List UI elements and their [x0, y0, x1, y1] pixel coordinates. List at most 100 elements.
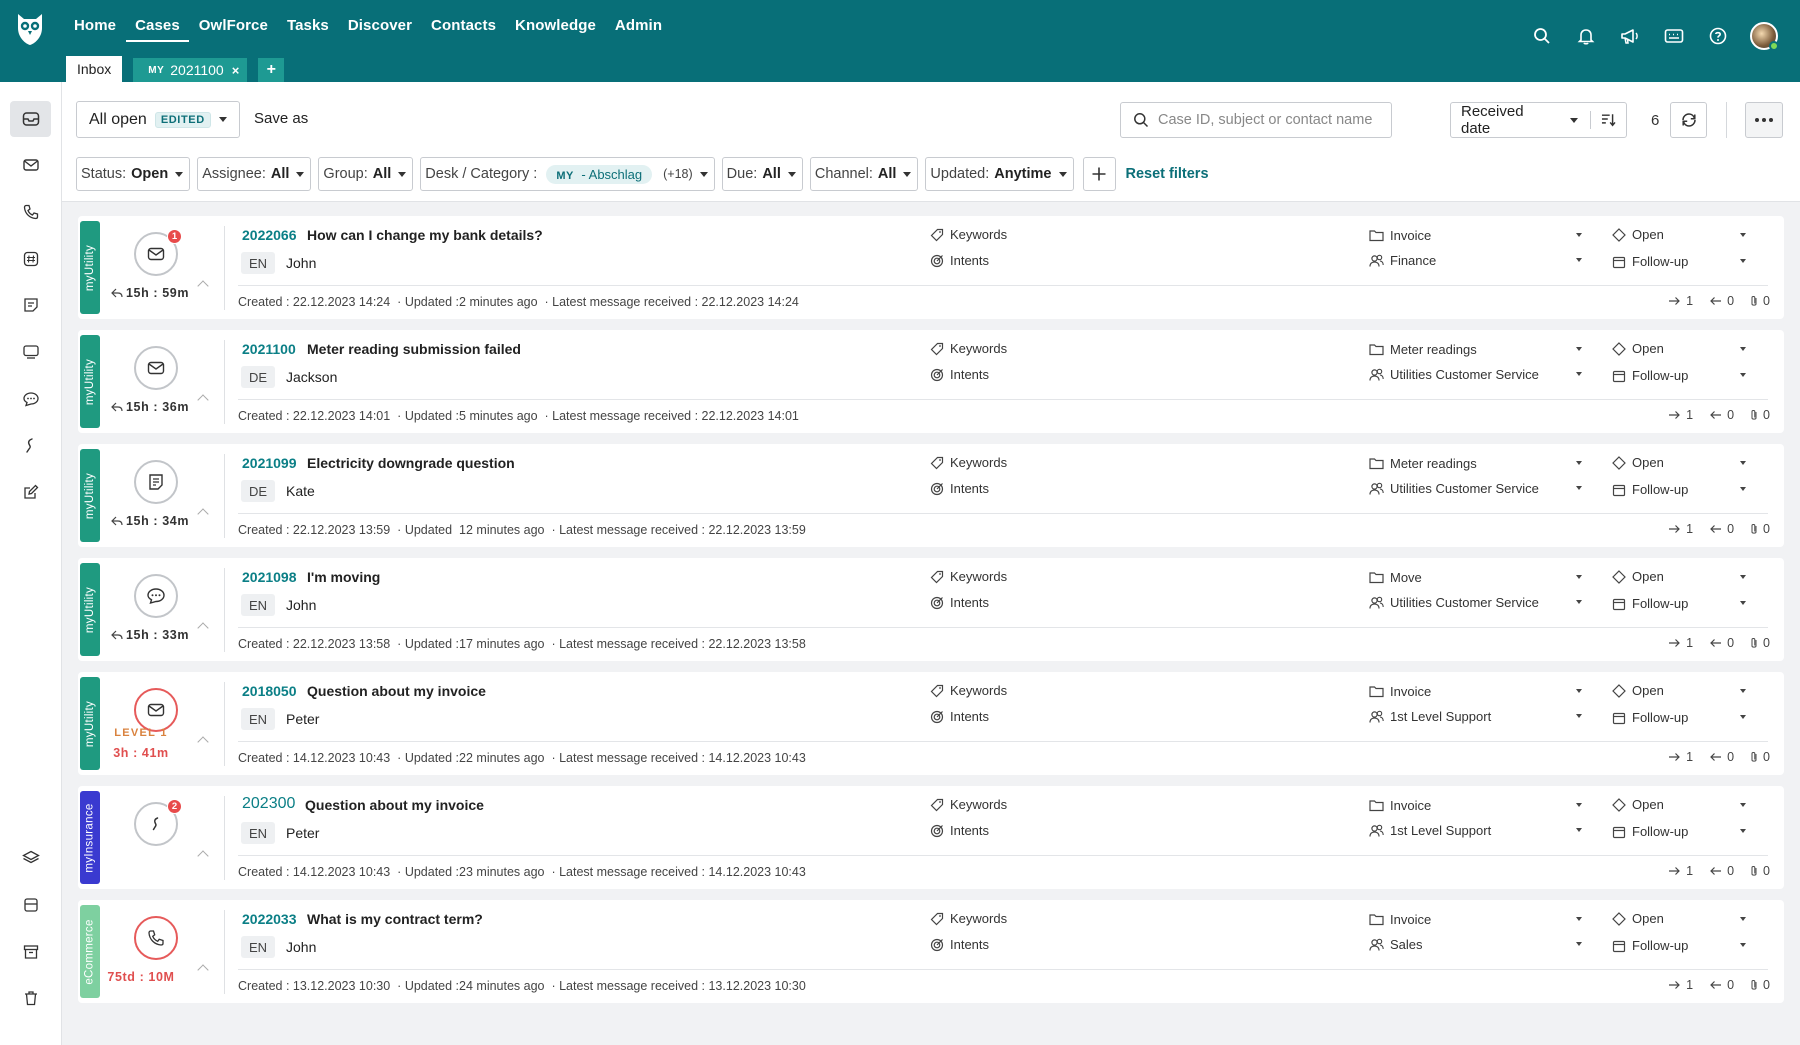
keywords-field[interactable]: Keywords	[930, 341, 1007, 356]
chevron-down-icon[interactable]	[1740, 347, 1746, 351]
form-icon[interactable]	[10, 287, 51, 323]
status-select[interactable]: Open	[1612, 455, 1664, 470]
contact-name[interactable]: Kate	[286, 483, 315, 499]
filter-due[interactable]: Due: All	[721, 157, 803, 191]
chevron-down-icon[interactable]	[1576, 461, 1582, 465]
intents-field[interactable]: Intents	[930, 367, 989, 382]
intents-field[interactable]: Intents	[930, 709, 989, 724]
filter-status[interactable]: Status: Open	[76, 157, 191, 191]
case-row[interactable]: myInsurance 2 202300 Question about my i…	[78, 786, 1784, 889]
inbox-icon[interactable]	[10, 101, 51, 137]
filter-group[interactable]: Group: All	[318, 157, 414, 191]
status-select[interactable]: Open	[1612, 797, 1664, 812]
case-subject[interactable]: How can I change my bank details?	[307, 227, 543, 243]
nav-admin[interactable]: Admin	[606, 14, 671, 42]
category-select[interactable]: Invoice	[1369, 228, 1431, 243]
chevron-down-icon[interactable]	[1740, 943, 1746, 947]
reset-filters-link[interactable]: Reset filters	[1126, 166, 1209, 182]
tab-case[interactable]: MY 2021100 ×	[133, 58, 248, 82]
group-select[interactable]: 1st Level Support	[1369, 823, 1491, 838]
chevron-down-icon[interactable]	[1740, 803, 1746, 807]
case-id-link[interactable]: 2021099	[242, 455, 297, 471]
archive-icon[interactable]	[10, 934, 51, 970]
chat-icon[interactable]	[10, 381, 51, 417]
status-select[interactable]: Open	[1612, 569, 1664, 584]
category-select[interactable]: Meter readings	[1369, 342, 1477, 357]
case-id-link[interactable]: 2021100	[242, 341, 296, 357]
group-select[interactable]: 1st Level Support	[1369, 709, 1491, 724]
keywords-field[interactable]: Keywords	[930, 683, 1007, 698]
help-icon[interactable]	[1706, 24, 1730, 48]
archive-box-icon[interactable]	[10, 887, 51, 923]
keywords-field[interactable]: Keywords	[930, 455, 1007, 470]
group-select[interactable]: Sales	[1369, 937, 1423, 952]
status-select[interactable]: Open	[1612, 341, 1664, 356]
status-select[interactable]: Open	[1612, 911, 1664, 926]
view-select[interactable]: All open EDITED	[76, 101, 240, 138]
intents-field[interactable]: Intents	[930, 937, 989, 952]
keywords-field[interactable]: Keywords	[930, 797, 1007, 812]
trash-icon[interactable]	[10, 980, 51, 1016]
case-row[interactable]: eCommerce 75td : 10M 2022033 What is my …	[78, 900, 1784, 1003]
refresh-button[interactable]	[1670, 102, 1707, 138]
case-row[interactable]: myUtility LEVEL 1 3h : 41m 2018050 Questi…	[78, 672, 1784, 775]
sort-select[interactable]: Received date	[1450, 102, 1627, 138]
followup-select[interactable]: Follow-up	[1612, 710, 1688, 725]
intents-field[interactable]: Intents	[930, 481, 989, 496]
nav-tasks[interactable]: Tasks	[278, 14, 338, 42]
chevron-down-icon[interactable]	[1740, 715, 1746, 719]
group-select[interactable]: Utilities Customer Service	[1369, 481, 1539, 496]
close-tab-icon[interactable]: ×	[232, 63, 240, 78]
chevron-down-icon[interactable]	[1576, 372, 1582, 376]
status-select[interactable]: Open	[1612, 683, 1664, 698]
bell-icon[interactable]	[1574, 24, 1598, 48]
category-select[interactable]: Invoice	[1369, 798, 1431, 813]
chevron-down-icon[interactable]	[1740, 917, 1746, 921]
chevron-down-icon[interactable]	[1576, 803, 1582, 807]
chevron-down-icon[interactable]	[1576, 600, 1582, 604]
add-tab-button[interactable]: +	[258, 58, 285, 82]
chevron-down-icon[interactable]	[1740, 575, 1746, 579]
case-id-link[interactable]: 2021098	[242, 569, 297, 585]
user-avatar[interactable]	[1750, 22, 1779, 51]
followup-select[interactable]: Follow-up	[1612, 482, 1688, 497]
group-select[interactable]: Utilities Customer Service	[1369, 595, 1539, 610]
followup-select[interactable]: Follow-up	[1612, 368, 1688, 383]
chevron-down-icon[interactable]	[1740, 601, 1746, 605]
nav-discover[interactable]: Discover	[339, 14, 421, 42]
case-subject[interactable]: What is my contract term?	[307, 911, 483, 927]
phone-icon[interactable]	[10, 194, 51, 230]
category-select[interactable]: Meter readings	[1369, 456, 1477, 471]
case-id-link[interactable]: 2022066	[242, 227, 297, 243]
chevron-down-icon[interactable]	[1576, 942, 1582, 946]
case-id-link[interactable]: 202300	[242, 795, 295, 813]
chevron-down-icon[interactable]	[1576, 233, 1582, 237]
followup-select[interactable]: Follow-up	[1612, 938, 1688, 953]
nav-cases[interactable]: Cases	[126, 14, 189, 42]
intents-field[interactable]: Intents	[930, 595, 989, 610]
tab-inbox[interactable]: Inbox	[66, 56, 123, 82]
group-select[interactable]: Finance	[1369, 253, 1436, 268]
chevron-down-icon[interactable]	[1740, 259, 1746, 263]
status-select[interactable]: Open	[1612, 227, 1664, 242]
contact-name[interactable]: Peter	[286, 711, 319, 727]
chevron-down-icon[interactable]	[1740, 461, 1746, 465]
followup-select[interactable]: Follow-up	[1612, 596, 1688, 611]
case-row[interactable]: myUtility 15h : 33m 2021098 I'm moving E…	[78, 558, 1784, 661]
chevron-down-icon[interactable]	[1576, 828, 1582, 832]
case-subject[interactable]: I'm moving	[307, 569, 380, 585]
category-select[interactable]: Move	[1369, 570, 1422, 585]
nav-home[interactable]: Home	[65, 14, 125, 42]
megaphone-icon[interactable]	[1618, 24, 1642, 48]
case-id-link[interactable]: 2018050	[242, 683, 297, 699]
chevron-up-icon[interactable]	[197, 850, 209, 862]
chevron-down-icon[interactable]	[1576, 714, 1582, 718]
owl-logo-icon[interactable]	[14, 12, 46, 46]
category-select[interactable]: Invoice	[1369, 912, 1431, 927]
hashtag-icon[interactable]	[10, 241, 51, 277]
search-input[interactable]	[1158, 112, 1378, 128]
keywords-field[interactable]: Keywords	[930, 569, 1007, 584]
chevron-down-icon[interactable]	[1740, 689, 1746, 693]
edit-icon[interactable]	[10, 474, 51, 510]
case-subject[interactable]: Meter reading submission failed	[307, 341, 521, 357]
